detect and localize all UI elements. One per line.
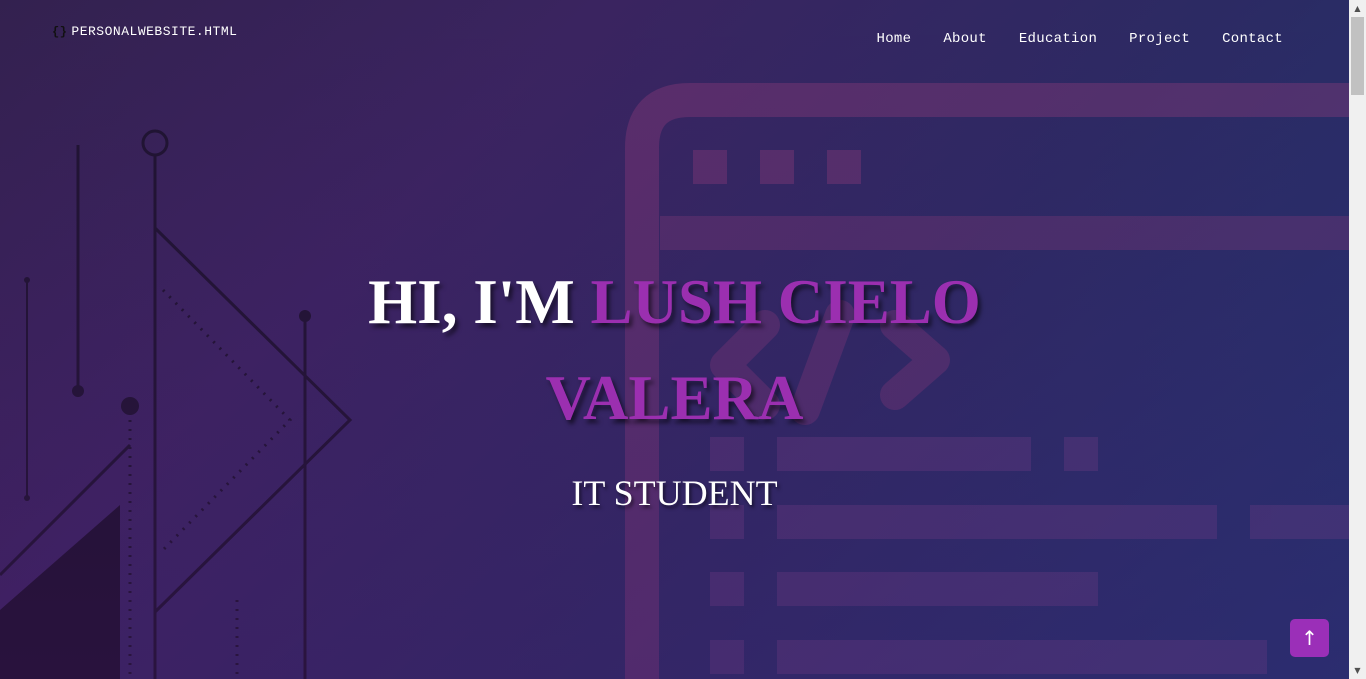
logo-text: PERSONALWEBSITE.HTML: [71, 24, 238, 39]
hero-greeting: HI, I'M: [368, 267, 591, 337]
hero-name-line2: VALERA: [545, 363, 804, 433]
hero-section: {} PERSONALWEBSITE.HTML Home About Educa…: [0, 0, 1349, 679]
hero-headline: HI, I'M LUSH CIELO VALERA: [0, 254, 1349, 446]
nav-link-contact[interactable]: Contact: [1222, 31, 1283, 47]
site-logo[interactable]: {} PERSONALWEBSITE.HTML: [52, 24, 237, 39]
nav-link-education[interactable]: Education: [1019, 31, 1097, 47]
scrollbar-thumb[interactable]: [1351, 17, 1364, 95]
hero-subtitle: IT STUDENT: [571, 473, 778, 513]
nav-link-home[interactable]: Home: [877, 31, 912, 47]
nav-link-project[interactable]: Project: [1129, 31, 1190, 47]
braces-icon: {}: [52, 24, 68, 39]
hero-name-line1: LUSH CIELO: [590, 267, 981, 337]
code-window-bar: [660, 216, 1349, 250]
nav-link-about[interactable]: About: [943, 31, 987, 47]
scroll-up-icon[interactable]: ▲: [1349, 0, 1366, 17]
dark-triangle-shape: [0, 505, 120, 679]
arrow-up-icon: ↑: [1301, 626, 1318, 650]
scroll-down-icon[interactable]: ▼: [1349, 662, 1366, 679]
window-dots: [693, 150, 861, 184]
page-scrollbar[interactable]: ▲ ▼: [1349, 0, 1366, 679]
back-to-top-button[interactable]: ↑: [1290, 619, 1329, 657]
main-nav: Home About Education Project Contact: [877, 31, 1283, 47]
